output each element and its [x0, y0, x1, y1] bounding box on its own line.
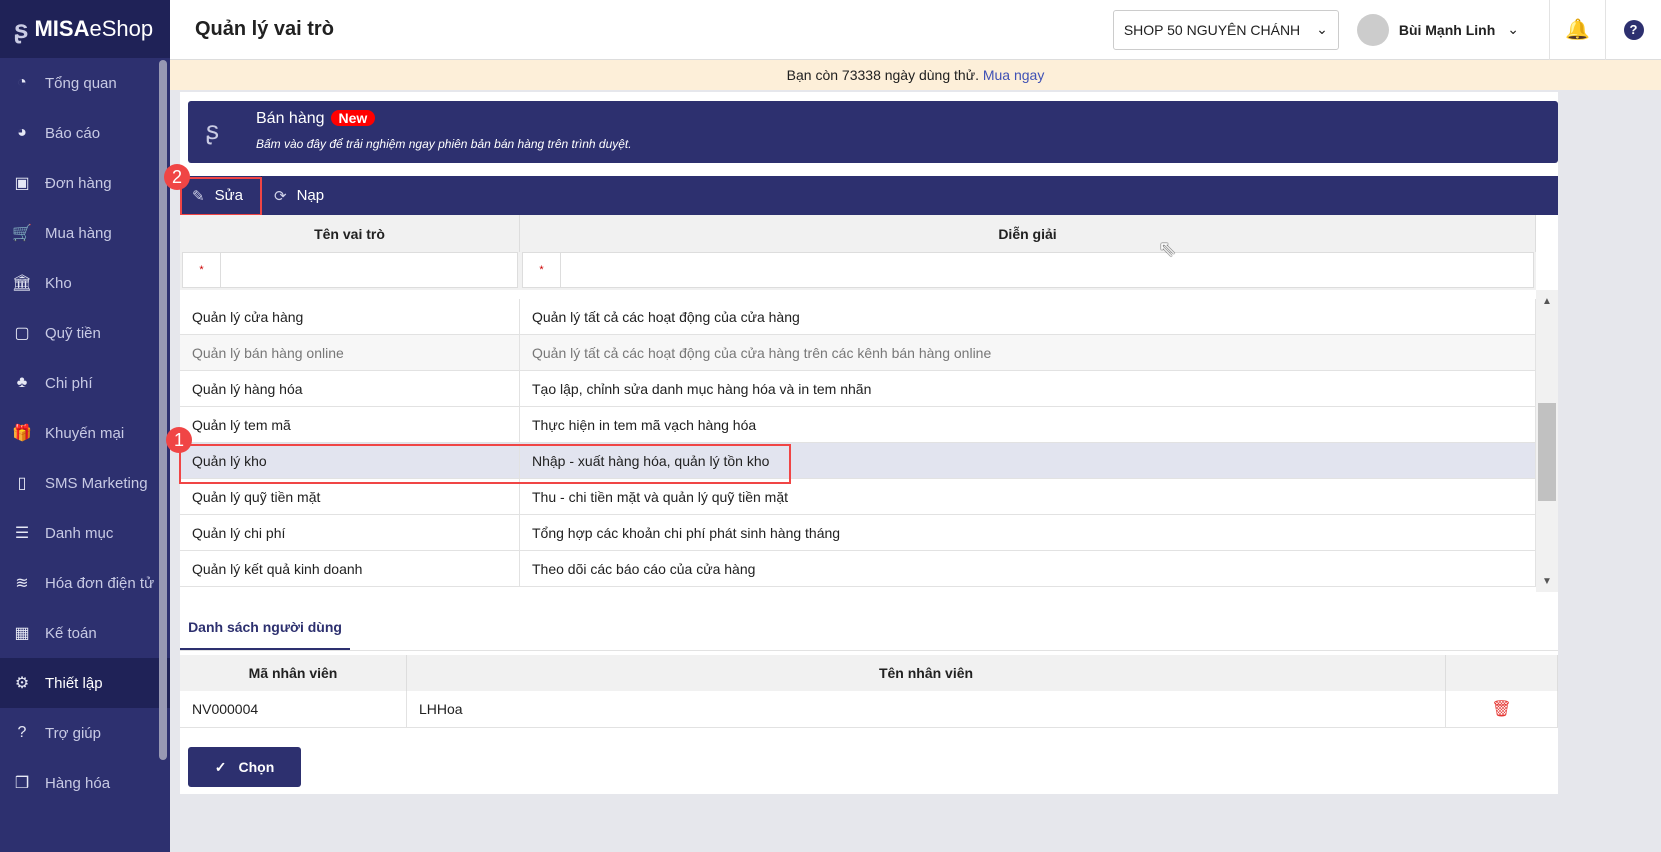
sidebar-item-label: Kho: [45, 274, 72, 292]
shop-select[interactable]: SHOP 50 NGUYÊN CHÁNH ⌄: [1112, 9, 1339, 50]
new-badge: New: [330, 110, 376, 126]
sidebar-item-label: Hàng hóa: [45, 774, 111, 792]
roles-grid: Tên vai trò Diễn giải * *: [180, 215, 1536, 290]
sidebar-item-label: Chi phí: [45, 374, 93, 392]
sidebar-item-label: Mua hàng: [45, 224, 112, 242]
choose-button[interactable]: ✓ Chọn: [188, 747, 301, 787]
role-name-filter[interactable]: [221, 253, 517, 287]
sidebar-item-7[interactable]: 🎁 Khuyến mại: [0, 408, 170, 458]
sidebar-item-label: SMS Marketing: [45, 474, 148, 492]
sidebar-item-10[interactable]: ≋ Hóa đơn điện tử: [0, 558, 170, 608]
sidebar-item-2[interactable]: ▣ Đơn hàng: [0, 158, 170, 208]
sidebar-item-label: Kế toán: [45, 624, 97, 642]
sidebar-item-1[interactable]: ◕ Báo cáo: [0, 108, 170, 158]
gear-icon: ⚙: [14, 675, 30, 692]
table-row[interactable]: Quản lý chi phí Tổng hợp các khoản chi ph…: [180, 514, 1536, 551]
description-filter[interactable]: [561, 253, 1533, 287]
notification-button[interactable]: 🔔: [1549, 0, 1605, 60]
table-row[interactable]: Quản lý quỹ tiền mặt Thu - chi tiền mặt v…: [180, 478, 1536, 515]
sidebar-item-0[interactable]: ◔ Tổng quan: [0, 58, 170, 108]
sidebar-item-8[interactable]: ▯ SMS Marketing: [0, 458, 170, 508]
list-icon: ☰: [14, 525, 30, 542]
chevron-down-icon: ⌄: [1507, 21, 1519, 37]
sidebar-item-3[interactable]: 🛒 Mua hàng: [0, 208, 170, 258]
page-title: Quản lý vai trò: [195, 18, 334, 40]
users-table: Mã nhân viên Tên nhân viên NV000004 LHHoa 🗑: [180, 655, 1558, 728]
sidebar-item-11[interactable]: ▦ Kế toán: [0, 608, 170, 658]
sidebar-item-label: Danh mục: [45, 524, 114, 542]
toolbar: ✎ Sửa ⟳ Nạp: [180, 176, 1558, 215]
help-button[interactable]: ?: [1605, 0, 1661, 60]
logo[interactable]: ʂ MISA eShop: [0, 0, 170, 58]
sidebar: ʂ MISA eShop ◔ Tổng quan ◕ Báo cáo ▣ Đơn hàng 🛒 M…: [0, 0, 170, 852]
sidebar-item-4[interactable]: 🏛 Kho: [0, 258, 170, 308]
tab-user-list[interactable]: Danh sách người dùng: [180, 606, 350, 650]
table-row[interactable]: Quản lý tem mã Thực hiện in tem mã vạch h…: [180, 406, 1536, 443]
vertical-scrollbar[interactable]: ▲ ▼: [1536, 290, 1558, 592]
truck-icon: ▣: [14, 175, 30, 192]
phone-icon: ▯: [17, 475, 27, 492]
table-row[interactable]: Quản lý hàng hóa Tạo lập, chỉnh sửa danh …: [180, 370, 1536, 407]
column-header[interactable]: Tên vai trò: [180, 215, 520, 252]
sidebar-item-6[interactable]: ♣ Chi phí: [0, 358, 170, 408]
divider: [180, 650, 1558, 651]
sidebar-item-label: Hóa đơn điện tử: [45, 574, 155, 592]
sidebar-item-label: Đơn hàng: [45, 174, 112, 192]
column-header[interactable]: Mã nhân viên: [180, 655, 407, 691]
gift-icon: 🎁: [12, 425, 32, 442]
reload-button[interactable]: ⟳ Nạp: [262, 176, 336, 215]
boxes-icon: ❒: [14, 775, 30, 792]
annotation-box-row: [179, 444, 791, 484]
trash-icon[interactable]: 🗑: [1446, 691, 1558, 727]
help-icon: ?: [17, 724, 27, 741]
sidebar-item-5[interactable]: ▢ Quỹ tiền: [0, 308, 170, 358]
annotation-number: 2: [164, 164, 190, 190]
logo-icon: ʂ: [14, 13, 29, 44]
buy-now-link[interactable]: Mua ngay: [983, 67, 1044, 83]
sidebar-item-label: Báo cáo: [45, 124, 101, 142]
annotation-box-edit: [180, 177, 262, 216]
avatar: [1356, 13, 1389, 46]
cart-icon: 🛒: [12, 225, 32, 242]
question-icon: ?: [1623, 19, 1644, 40]
scroll-up-icon[interactable]: ▲: [1542, 296, 1552, 307]
safe-icon: ▢: [14, 325, 30, 342]
sidebar-item-12[interactable]: ⚙ Thiết lập: [0, 658, 170, 708]
sidebar-item-14[interactable]: ❒ Hàng hóa: [0, 758, 170, 808]
sales-banner[interactable]: ʂ Bán hàng New Bấm vào đây để trải nghiệm…: [188, 101, 1558, 163]
trial-bar: Bạn còn 73338 ngày dùng thử. Mua ngay: [170, 60, 1661, 90]
sidebar-scrollbar[interactable]: [159, 60, 167, 760]
column-header[interactable]: Tên nhân viên: [407, 655, 1446, 691]
dashboard-icon: ◔: [17, 74, 27, 91]
logo-icon: ʂ: [206, 115, 219, 145]
check-icon: ✓: [214, 758, 227, 775]
calculator-icon: ▦: [14, 625, 30, 642]
warehouse-icon: 🏛: [11, 275, 33, 292]
table-row[interactable]: NV000004 LHHoa 🗑: [180, 691, 1558, 728]
sidebar-item-9[interactable]: ☰ Danh mục: [0, 508, 170, 558]
scroll-down-icon[interactable]: ▼: [1542, 576, 1552, 587]
sidebar-item-label: Khuyến mại: [45, 424, 125, 442]
invoice-icon: ≋: [15, 575, 29, 592]
money-bag-icon: ♣: [16, 374, 28, 391]
sidebar-item-13[interactable]: ? Trợ giúp: [0, 708, 170, 758]
table-row[interactable]: Quản lý cửa hàng Quản lý tất cả các hoạt …: [180, 299, 1536, 335]
column-header[interactable]: Diễn giải: [520, 215, 1536, 252]
scroll-thumb[interactable]: [1538, 403, 1556, 501]
refresh-icon: ⟳: [274, 187, 287, 205]
chevron-down-icon: ⌄: [1316, 21, 1328, 37]
table-row[interactable]: Quản lý bán hàng online Quản lý tất cả cá…: [180, 334, 1536, 371]
header: Quản lý vai trò SHOP 50 NGUYÊN CHÁNH ⌄ Bù…: [170, 0, 1661, 60]
pie-chart-icon: ◕: [17, 124, 27, 141]
sidebar-item-label: Thiết lập: [45, 674, 103, 692]
mouse-cursor-icon: ⇖: [1158, 236, 1177, 261]
bell-icon: 🔔: [1565, 19, 1590, 41]
sidebar-item-label: Quỹ tiền: [45, 324, 101, 342]
sidebar-item-label: Trợ giúp: [45, 724, 101, 742]
sidebar-item-label: Tổng quan: [45, 74, 117, 92]
user-menu[interactable]: Bùi Mạnh Linh ⌄: [1356, 13, 1519, 46]
annotation-number: 1: [166, 427, 192, 453]
table-row[interactable]: Quản lý kết quả kinh doanh Theo dõi các b…: [180, 550, 1536, 587]
